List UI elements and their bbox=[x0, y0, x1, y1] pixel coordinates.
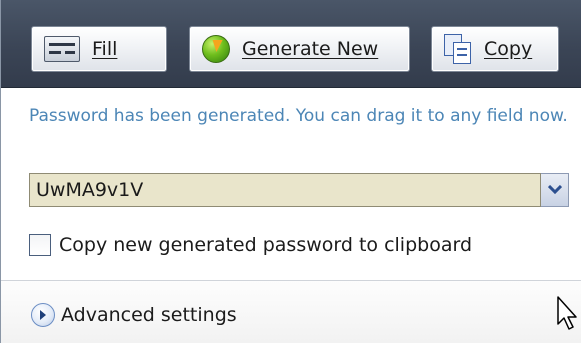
password-history-dropdown-button[interactable] bbox=[541, 173, 569, 207]
advanced-settings-toggle[interactable]: Advanced settings bbox=[31, 302, 237, 328]
mouse-cursor-icon bbox=[557, 296, 577, 330]
password-generator-panel: Fill Generate New Copy Password has been… bbox=[0, 0, 581, 343]
fill-button[interactable]: Fill bbox=[31, 26, 167, 72]
generate-new-button[interactable]: Generate New bbox=[189, 26, 410, 72]
fill-button-label: Fill bbox=[92, 38, 118, 60]
generated-password-field[interactable] bbox=[29, 173, 541, 207]
chevron-down-icon bbox=[547, 185, 562, 195]
toolbar: Fill Generate New Copy bbox=[1, 0, 581, 88]
copy-to-clipboard-option[interactable]: Copy new generated password to clipboard bbox=[29, 232, 472, 258]
expand-arrow-icon bbox=[31, 303, 55, 327]
generate-bolt-icon bbox=[202, 35, 230, 63]
copy-to-clipboard-checkbox[interactable] bbox=[29, 234, 51, 256]
copy-button-label: Copy bbox=[484, 38, 533, 60]
status-message: Password has been generated. You can dra… bbox=[29, 106, 568, 126]
password-combo bbox=[29, 173, 569, 207]
copy-to-clipboard-label: Copy new generated password to clipboard bbox=[59, 234, 473, 256]
form-fill-icon bbox=[44, 36, 80, 62]
footer-bar: Advanced settings bbox=[1, 280, 581, 343]
copy-documents-icon bbox=[444, 34, 472, 64]
generate-new-button-label: Generate New bbox=[242, 38, 379, 60]
copy-button[interactable]: Copy bbox=[431, 26, 559, 72]
advanced-settings-label: Advanced settings bbox=[61, 304, 237, 326]
